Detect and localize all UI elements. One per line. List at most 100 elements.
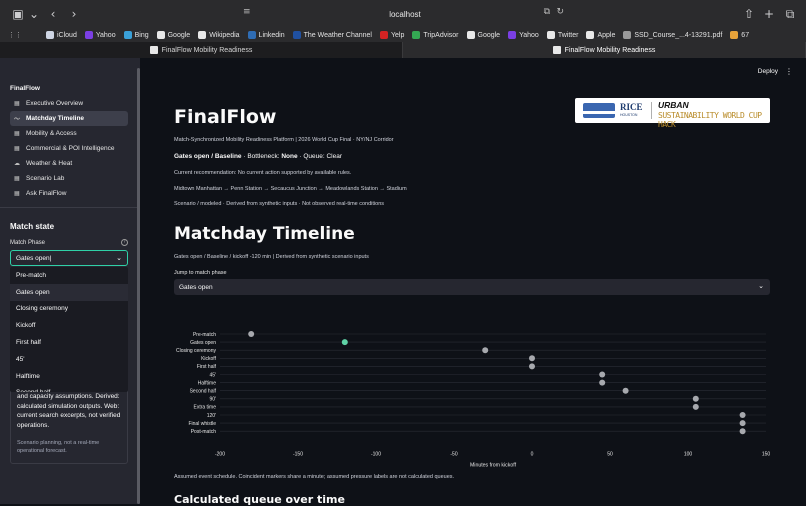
phase-option[interactable]: First half: [10, 334, 128, 351]
bookmark-item[interactable]: Twitter: [546, 31, 579, 39]
sidebar-nav-label: Ask FinalFlow: [26, 190, 67, 197]
bookmark-label: Twitter: [557, 31, 579, 39]
tab-favicon-icon: [149, 46, 158, 54]
hackathon-logo: RICE HOUSTON URBAN SUSTAINABILITY WORLD …: [575, 98, 770, 129]
reload-icon[interactable]: ↻: [556, 7, 564, 17]
chart-category-label: Kickoff: [201, 356, 217, 362]
chevron-down-icon[interactable]: ⌄: [27, 7, 41, 21]
bookmark-item[interactable]: Wikipedia: [198, 31, 240, 39]
grid-icon: ▦: [14, 175, 20, 182]
chart-category-label: First half: [197, 364, 217, 370]
bookmark-item[interactable]: Google: [156, 31, 191, 39]
bookmark-favicon-icon: [586, 31, 595, 39]
bookmark-item[interactable]: SSD_Course_...4-13291.pdf: [623, 31, 722, 39]
bookmark-label: Yahoo: [95, 31, 116, 39]
bookmark-favicon-icon: [546, 31, 555, 39]
phase-option[interactable]: Pre-match: [10, 267, 128, 284]
chart-x-tick-label: 100: [684, 451, 693, 457]
timeline-chart[interactable]: Pre-match Gates open Closing ceremony Kicko…: [174, 320, 774, 470]
bookmark-favicon-icon: [730, 31, 739, 39]
phase-option[interactable]: Halftime: [10, 368, 128, 385]
chart-category-label: Pre-match: [193, 332, 216, 338]
match-phase-value: Gates open: [16, 254, 50, 262]
sidebar-toggle-icon[interactable]: ▣: [11, 7, 25, 21]
bookmark-item[interactable]: Google: [466, 31, 501, 39]
grid-icon[interactable]: ⋮⋮: [8, 31, 22, 39]
sidebar-nav-label: Mobility & Access: [26, 130, 77, 137]
bookmark-label: Google: [477, 31, 501, 39]
bookmark-favicon-icon: [84, 31, 93, 39]
chart-point: [248, 331, 255, 337]
bookmark-item[interactable]: Yelp: [379, 31, 405, 39]
bookmark-item[interactable]: 67: [730, 31, 749, 39]
sidebar-nav-item[interactable]: ▦ Mobility & Access: [10, 126, 128, 141]
page-settings-icon[interactable]: ≡: [243, 7, 251, 17]
bookmark-label: Linkedin: [258, 31, 285, 39]
status-bottleneck: None: [281, 153, 298, 160]
chevron-down-icon[interactable]: ⌄: [758, 282, 764, 290]
help-icon[interactable]: ?: [121, 239, 128, 246]
bookmark-item[interactable]: Bing: [123, 31, 149, 39]
phase-option[interactable]: Closing ceremony: [10, 301, 128, 318]
forward-icon[interactable]: ›: [67, 7, 81, 21]
share-icon[interactable]: ⇧: [742, 7, 756, 21]
chart-point: [599, 371, 606, 378]
match-phase-dropdown: Pre-match Gates open Closing ceremony Kicko…: [10, 267, 128, 392]
deploy-button[interactable]: Deploy: [758, 68, 778, 75]
chevron-down-icon[interactable]: ⌄: [116, 254, 122, 262]
sidebar-nav-label: Executive Overview: [26, 100, 84, 107]
phase-option[interactable]: Kickoff: [10, 317, 128, 334]
browser-tab[interactable]: FinalFlow Mobility Readiness: [0, 42, 403, 58]
chart-point: [529, 355, 535, 362]
bookmark-item[interactable]: Yahoo: [508, 31, 539, 39]
chart-x-tick-label: -150: [293, 451, 303, 457]
sidebar-nav-item[interactable]: ▦ Scenario Lab: [10, 171, 128, 186]
bookmark-label: Yelp: [390, 31, 405, 39]
chart-point: [739, 412, 746, 418]
sidebar-nav-item[interactable]: ▦ Executive Overview: [10, 96, 128, 111]
chart-x-tick-label: 0: [531, 451, 534, 457]
phase-option[interactable]: 45': [10, 351, 128, 368]
chart-x-axis-label: Minutes from kickoff: [470, 462, 517, 468]
address-bar[interactable]: ≡ localhost ⧉ ↻: [240, 5, 570, 23]
chart-x-tick-label: 50: [607, 451, 613, 457]
sidebar-nav-label: Commercial & POI Intelligence: [26, 145, 115, 152]
translate-icon[interactable]: ⧉: [544, 7, 550, 17]
back-icon[interactable]: ‹: [46, 7, 60, 21]
queue-section-title: Calculated queue over time: [174, 493, 345, 506]
logo-title-urban: URBAN: [658, 100, 689, 110]
platform-line: Match-Synchronized Mobility Readiness Pl…: [174, 137, 394, 143]
sidebar-nav-item[interactable]: ▦ Commercial & POI Intelligence: [10, 141, 128, 156]
chart-category-label: Halftime: [198, 380, 217, 386]
sidebar-nav-item[interactable]: ▦ Ask FinalFlow: [10, 186, 128, 201]
grid-icon: ▦: [14, 130, 20, 137]
browser-tab[interactable]: FinalFlow Mobility Readiness: [403, 42, 806, 58]
bookmark-label: Bing: [134, 31, 149, 39]
main-menu-icon[interactable]: ⋮: [785, 67, 793, 76]
sidebar-nav-item[interactable]: 〜 Matchday Timeline: [10, 111, 128, 126]
bookmark-label: Yahoo: [519, 31, 539, 39]
chart-point: [692, 403, 699, 410]
bookmark-favicon-icon: [46, 31, 54, 39]
section-subtitle: Gates open / Baseline / kickoff -120 min…: [174, 254, 369, 260]
match-phase-select[interactable]: Gates open | ⌄: [10, 250, 128, 266]
bookmark-item[interactable]: The Weather Channel: [292, 31, 372, 39]
sidebar-nav-label: Scenario Lab: [26, 175, 65, 182]
jump-phase-select[interactable]: Gates open ⌄: [174, 279, 770, 295]
bookmark-favicon-icon: [198, 31, 207, 39]
cloud-icon: ☁: [14, 160, 20, 167]
phase-option[interactable]: Gates open: [10, 283, 128, 301]
chart-caption: Assumed event schedule. Coincident marke…: [174, 474, 455, 480]
bookmark-item[interactable]: Yahoo: [84, 31, 116, 39]
new-tab-icon[interactable]: +: [762, 7, 776, 21]
bookmark-item[interactable]: TripAdvisor: [412, 31, 459, 39]
route-text: Midtown Manhattan → Penn Station → Secau…: [174, 186, 407, 192]
bookmark-item[interactable]: Apple: [586, 31, 615, 39]
bookmark-item[interactable]: iCloud: [46, 31, 77, 39]
sidebar-nav-item[interactable]: ☁ Weather & Heat: [10, 156, 128, 171]
bookmark-item[interactable]: Linkedin: [247, 31, 285, 39]
info-note: Scenario planning, not a real-time opera…: [17, 440, 100, 454]
bookmark-label: Google: [167, 31, 191, 39]
phase-option[interactable]: Second half: [10, 385, 128, 392]
tab-overview-icon[interactable]: ⧉: [783, 7, 797, 21]
